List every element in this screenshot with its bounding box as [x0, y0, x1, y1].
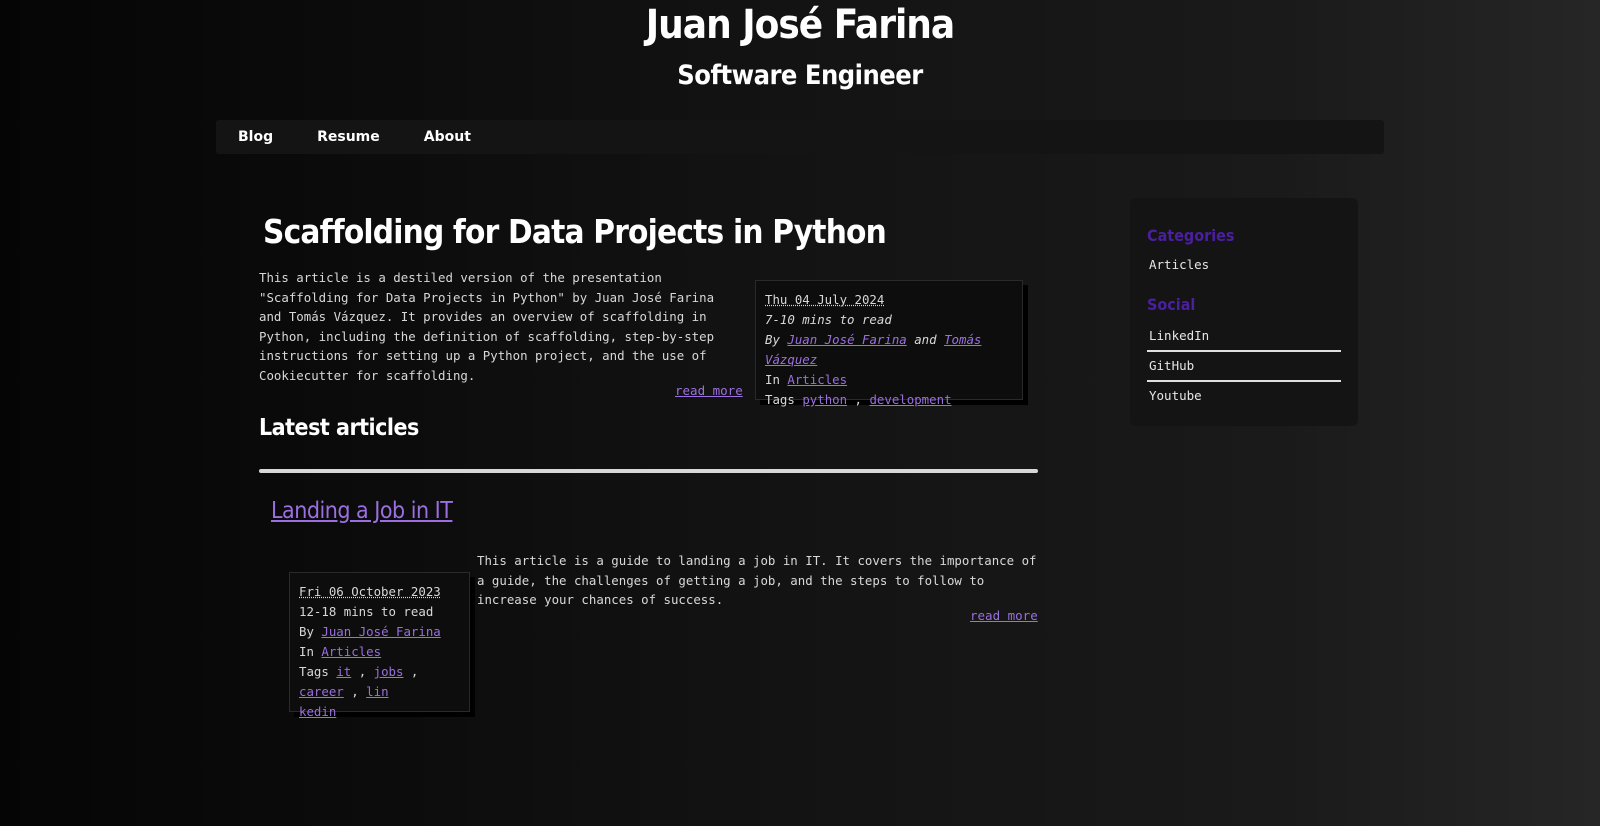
and-label: and [914, 332, 937, 347]
social-link-youtube[interactable]: Youtube [1147, 382, 1341, 410]
category-link[interactable]: Articles [321, 644, 381, 659]
latest-articles-heading: Latest articles [259, 415, 419, 441]
featured-article-date: Thu 04 July 2024 [765, 292, 885, 307]
featured-article-meta: Thu 04 July 2024 7-10 mins to read By Ju… [755, 280, 1023, 407]
section-divider [259, 469, 1038, 473]
nav-item-resume[interactable]: Resume [295, 120, 402, 154]
article-summary: This article is a guide to landing a job… [477, 553, 1037, 607]
nav-item-about[interactable]: About [402, 120, 493, 154]
featured-article-read-time: 7-10 mins to read [765, 312, 892, 327]
tag-link[interactable]: career [299, 684, 344, 699]
sidebar: Categories Articles Social LinkedIn GitH… [1130, 198, 1358, 426]
category-link[interactable]: Articles [787, 372, 847, 387]
featured-read-more-link[interactable]: read more [675, 383, 743, 398]
article-meta: Fri 06 October 2023 12-18 mins to read B… [289, 572, 470, 719]
article-read-time: 12-18 mins to read [299, 604, 434, 619]
tags-label: Tags [299, 664, 329, 679]
article-date: Fri 06 October 2023 [299, 584, 441, 599]
sidebar-social-heading: Social [1147, 295, 1196, 314]
tag-link[interactable]: python [802, 392, 847, 407]
tag-link[interactable]: it [336, 664, 351, 679]
in-label: In [765, 372, 780, 387]
by-label: By [299, 624, 314, 639]
author-link[interactable]: Juan José Farina [321, 624, 440, 639]
site-subtitle: Software Engineer [677, 60, 923, 91]
sidebar-categories-heading: Categories [1147, 226, 1235, 245]
sidebar-category-articles[interactable]: Articles [1147, 255, 1341, 275]
nav-item-blog[interactable]: Blog [216, 120, 295, 154]
tags-label: Tags [765, 392, 795, 407]
article-read-more-link[interactable]: read more [970, 608, 1038, 623]
tag-link[interactable]: development [869, 392, 951, 407]
article-title-link[interactable]: Landing a Job in IT [271, 498, 453, 524]
author-link[interactable]: Juan José Farina [787, 332, 906, 347]
social-link-linkedin[interactable]: LinkedIn [1147, 322, 1341, 350]
featured-article-summary: This article is a destiled version of th… [259, 270, 715, 383]
tag-link[interactable]: kedin [299, 704, 336, 719]
main-navbar: Blog Resume About [216, 120, 1384, 154]
site-title: Juan José Farina [645, 2, 955, 48]
tag-link[interactable]: jobs [374, 664, 404, 679]
in-label: In [299, 644, 314, 659]
featured-article-title[interactable]: Scaffolding for Data Projects in Python [263, 212, 887, 251]
tag-link[interactable]: lin [366, 684, 388, 699]
by-label: By [765, 332, 780, 347]
social-link-github[interactable]: GitHub [1147, 352, 1341, 380]
